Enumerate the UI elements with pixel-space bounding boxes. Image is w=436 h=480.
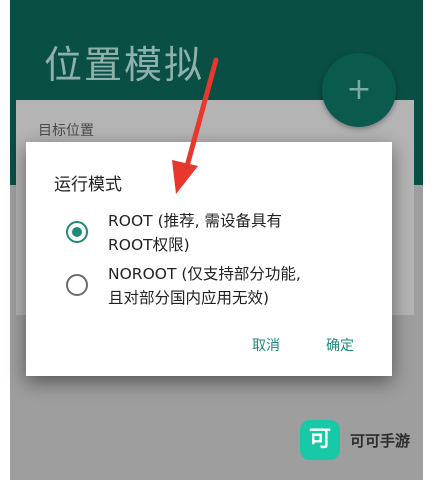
watermark-text: 可可手游 [350, 432, 411, 450]
red-arrow-annotation-icon [172, 57, 219, 194]
watermark-logo-icon: 可 [300, 420, 340, 460]
watermark: 可 可可手游 [300, 420, 420, 460]
